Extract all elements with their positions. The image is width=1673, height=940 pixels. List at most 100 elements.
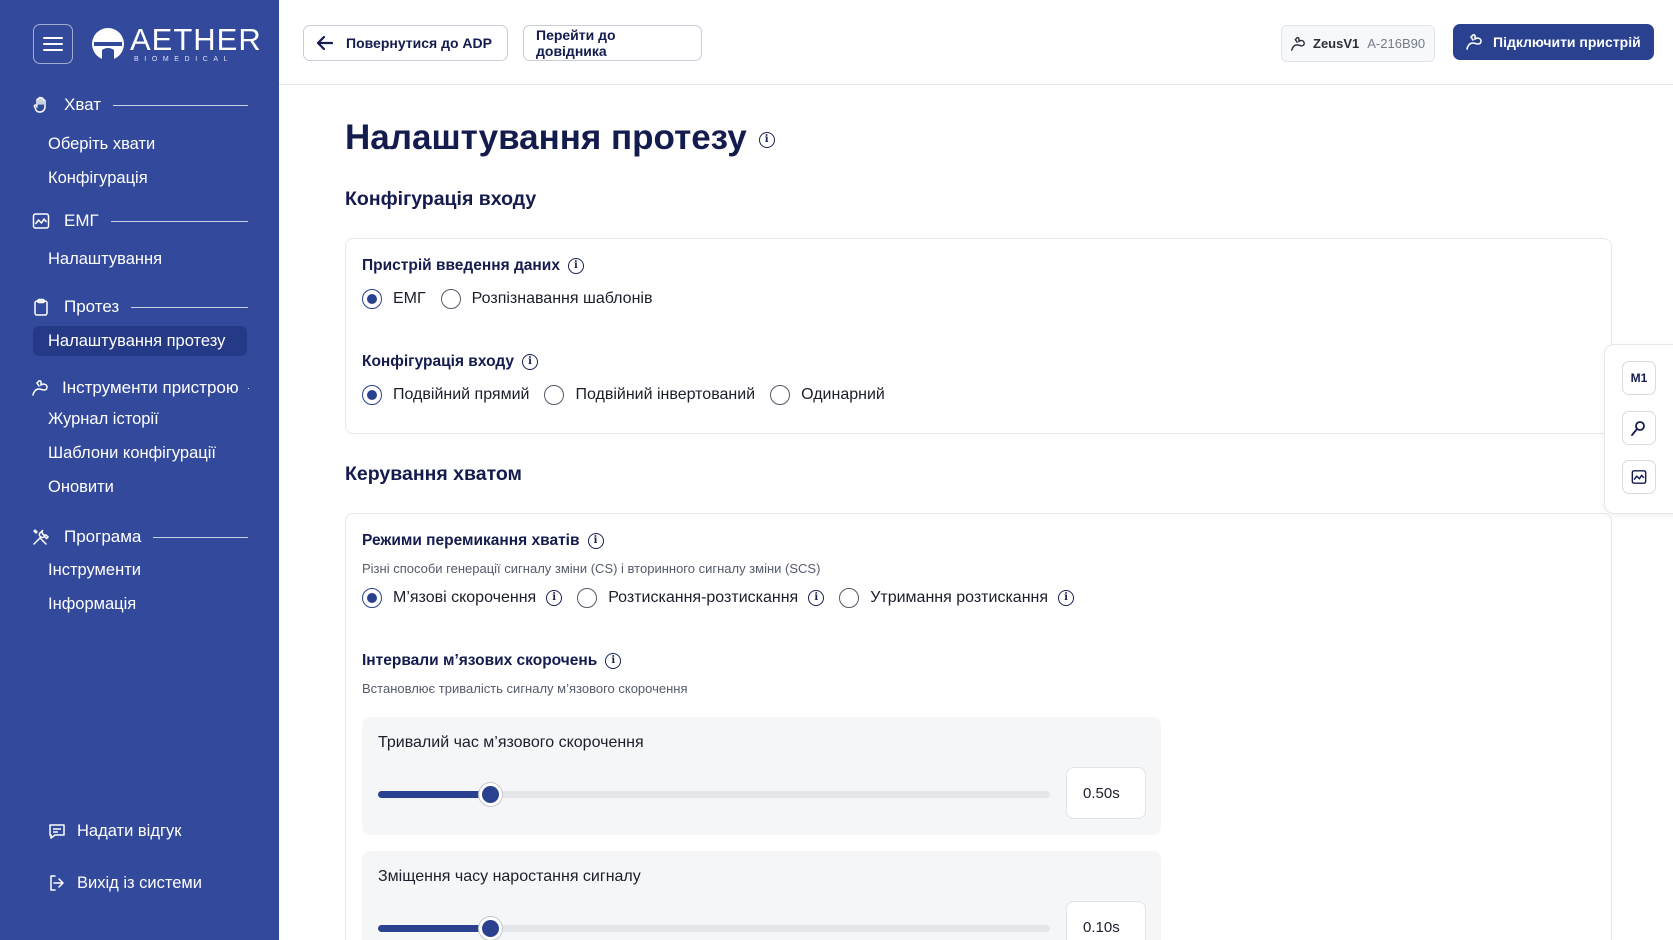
info-icon[interactable]: i (1058, 590, 1075, 606)
input-config-card: Пристрій введення даних i ЕМГ Розпізнава… (345, 238, 1612, 434)
radio-label: Утримання розтискання (870, 589, 1049, 606)
arm-icon (1291, 36, 1305, 51)
slider-label: Тривалий час м’язового скорочення (378, 734, 644, 751)
info-icon[interactable]: i (587, 533, 604, 549)
section-divider (113, 104, 248, 106)
info-icon[interactable]: i (567, 258, 584, 274)
device-id: A-216B90 (1367, 36, 1426, 51)
nav-item-select-grips[interactable]: Оберіть хвати (33, 129, 247, 159)
connect-device-button[interactable]: Підключити пристрій (1453, 24, 1654, 60)
intervals-label: Інтервали м’язових скорочень i (362, 652, 622, 670)
section-label: ЕМГ (64, 211, 99, 230)
radio-dot[interactable] (770, 385, 791, 405)
reset-button[interactable] (1622, 411, 1656, 445)
grip-control-section-title: Керування хватом (345, 463, 522, 485)
floating-toolbar: M1 (1604, 344, 1673, 514)
info-icon[interactable]: i (546, 590, 563, 606)
m1-label: M1 (1630, 371, 1648, 385)
input-device-label: Пристрій введення даних i (362, 257, 584, 275)
hamburger-icon (43, 37, 63, 51)
slider-label: Зміщення часу наростання сигналу (378, 868, 641, 885)
nav-item-emg-settings[interactable]: Налаштування (33, 244, 247, 274)
slider-value-input[interactable]: 0.10s (1066, 901, 1146, 940)
slider-thumb[interactable] (478, 917, 502, 940)
feedback-label: Надати відгук (77, 821, 182, 840)
feedback-button[interactable]: Надати відгук (46, 820, 181, 842)
slider-thumb[interactable] (478, 783, 502, 806)
info-icon[interactable]: i (605, 653, 622, 669)
radio-label: М’язові скорочення (393, 589, 537, 606)
nav-item-grip-config[interactable]: Конфігурація (33, 163, 247, 193)
input-config-label: Конфігурація входу i (362, 353, 538, 371)
chart-icon (31, 211, 51, 231)
switch-modes-description: Різні способи генерації сигналу зміни (C… (362, 561, 821, 576)
device-chip: ZeusV1 A-216B90 (1281, 25, 1435, 62)
nav-item-prosthesis-settings[interactable]: Налаштування протезу (33, 326, 247, 356)
slider-track[interactable] (378, 917, 1050, 940)
nav-item-tools[interactable]: Інструменти (33, 555, 247, 585)
logout-button[interactable]: Вихід із системи (46, 872, 202, 894)
radio-open-open[interactable]: Розтискання-розтискання i (577, 588, 825, 608)
radio-single[interactable]: Одинарний (770, 385, 885, 405)
page-title: Налаштування протезу i (345, 118, 775, 158)
arrow-left-icon (316, 35, 334, 51)
radio-pattern-recognition[interactable]: Розпізнавання шаблонів (440, 289, 653, 309)
connect-device-label: Підключити пристрій (1493, 34, 1641, 50)
back-to-adp-label: Повернутися до ADP (346, 35, 492, 51)
radio-dot[interactable] (544, 385, 565, 405)
menu-toggle-button[interactable] (33, 24, 73, 64)
input-device-label-text: Пристрій введення даних (362, 257, 560, 274)
radio-label: Розпізнавання шаблонів (471, 290, 653, 307)
section-label: Протез (64, 297, 120, 316)
device-name: ZeusV1 (1313, 36, 1360, 51)
nav-item-update[interactable]: Оновити (33, 472, 247, 502)
slider-track[interactable] (378, 783, 1050, 806)
section-label: Хват (64, 95, 102, 114)
slider-rise-offset: Зміщення часу наростання сигналу 0.10s (362, 851, 1161, 940)
section-program: Програма (31, 525, 248, 549)
radio-dot[interactable] (839, 588, 860, 608)
section-divider (131, 306, 248, 308)
brand-logo[interactable]: AETHER BIOMEDICAL (90, 24, 262, 63)
nav-item-history-log[interactable]: Журнал історії (33, 404, 247, 434)
radio-emg[interactable]: ЕМГ (362, 289, 426, 309)
input-config-radio-group: Подвійний прямий Подвійний інвертований … (362, 385, 900, 405)
radio-dual-inverted[interactable]: Подвійний інвертований (544, 385, 755, 405)
radio-dot[interactable] (440, 289, 461, 309)
logout-label: Вихід із системи (77, 873, 202, 892)
radio-dot[interactable] (362, 385, 382, 405)
top-header: Повернутися до ADP Перейти до довідника … (279, 0, 1673, 85)
radio-label: Подвійний інвертований (575, 386, 756, 403)
m1-button[interactable]: M1 (1622, 361, 1656, 395)
open-guide-label: Перейти до довідника (536, 27, 616, 59)
aether-logo-icon (92, 27, 124, 62)
arm-icon (1466, 34, 1482, 50)
sidebar: AETHER BIOMEDICAL Хват Оберіть хвати Кон… (0, 0, 279, 940)
emg-chart-button[interactable] (1622, 460, 1656, 494)
radio-muscle-contractions[interactable]: М’язові скорочення i (362, 588, 563, 608)
grip-control-card: Режими перемикання хватів i Різні способ… (345, 513, 1612, 940)
nav-item-info[interactable]: Інформація (33, 589, 247, 619)
radio-hold-open[interactable]: Утримання розтискання i (839, 588, 1075, 608)
info-icon[interactable]: i (808, 590, 825, 606)
radio-label: ЕМГ (393, 290, 426, 307)
radio-dot[interactable] (577, 588, 598, 608)
radio-label: Розтискання-розтискання (608, 589, 799, 606)
intervals-description: Встановлює тривалість сигналу м’язового … (362, 681, 688, 696)
open-guide-button[interactable]: Перейти до довідника (523, 25, 702, 61)
clipboard-icon (31, 297, 51, 317)
slider-value-input[interactable]: 0.50s (1066, 767, 1146, 819)
radio-dot[interactable] (362, 289, 382, 309)
info-icon[interactable]: i (521, 354, 538, 370)
info-icon[interactable]: i (758, 132, 775, 148)
back-to-adp-button[interactable]: Повернутися до ADP (303, 25, 508, 61)
radio-dot[interactable] (362, 588, 382, 608)
intervals-label-text: Інтервали м’язових скорочень (362, 652, 598, 669)
nav-item-config-templates[interactable]: Шаблони конфігурації (33, 438, 247, 468)
chart-icon (1631, 470, 1647, 484)
input-config-section-title: Конфігурація входу (345, 188, 537, 210)
input-device-radio-group: ЕМГ Розпізнавання шаблонів (362, 289, 667, 309)
switch-modes-radio-group: М’язові скорочення i Розтискання-розтиска… (362, 588, 1089, 608)
section-label: Програма (64, 527, 142, 546)
radio-dual-direct[interactable]: Подвійний прямий (362, 385, 529, 405)
